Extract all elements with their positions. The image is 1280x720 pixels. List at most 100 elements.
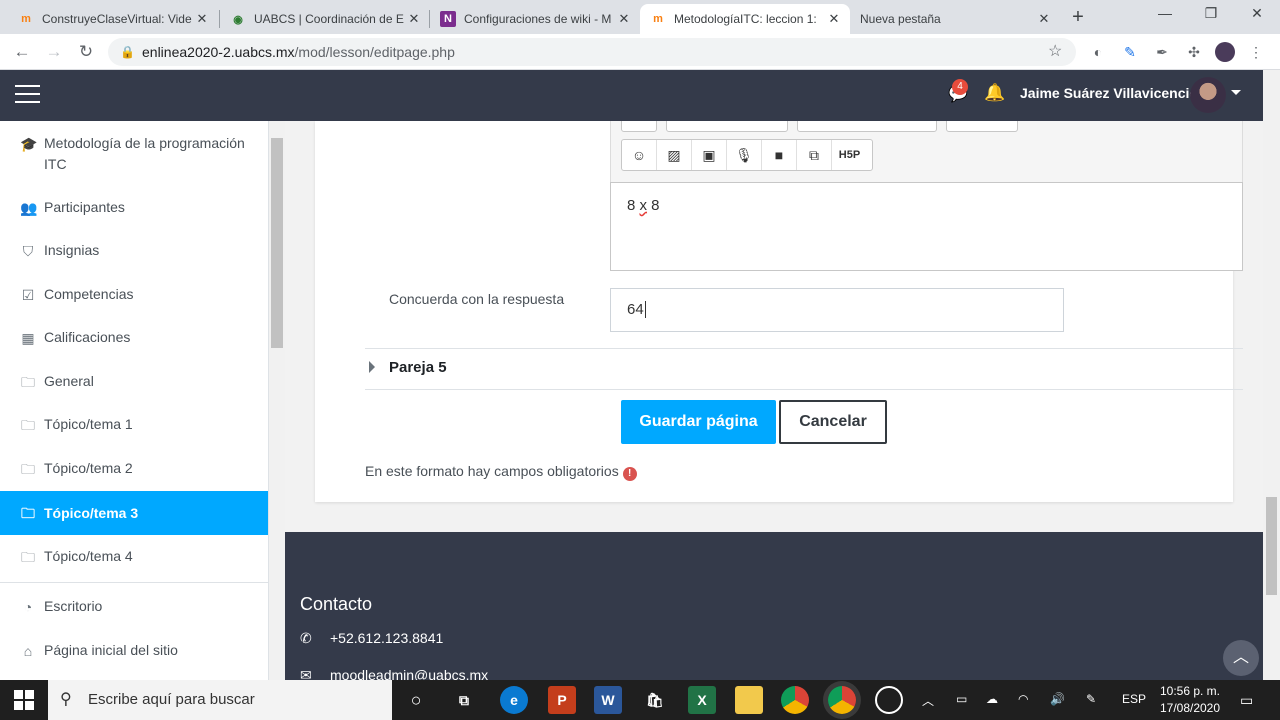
pen-extension-icon[interactable]: ✎ [1120, 42, 1140, 62]
browser-tab-5[interactable]: Nueva pestaña ✕ [850, 4, 1060, 34]
store-icon[interactable]: 🛍 [641, 686, 669, 714]
folder-icon: 🗀 [21, 505, 35, 521]
phone-icon: ✆ [300, 630, 312, 646]
sidebar-item-topic-1[interactable]: 🗀 Tópico/tema 1 [0, 414, 268, 435]
tray-chevron-icon[interactable]: ︿ [922, 692, 934, 709]
course-sidebar: 🎓 Metodología de la programación ITC 👥 P… [0, 121, 269, 680]
sidebar-item-topic-4[interactable]: 🗀 Tópico/tema 4 [0, 546, 268, 567]
close-icon[interactable]: ✕ [192, 11, 212, 27]
cloud-icon[interactable]: ☁ [986, 692, 998, 706]
forward-icon[interactable]: → [42, 40, 66, 64]
user-menu-caret-icon[interactable] [1231, 90, 1241, 95]
required-exclamation-icon: ! [622, 467, 637, 481]
edge-icon[interactable]: e [500, 686, 528, 714]
lock-icon: 🔒 [120, 45, 135, 59]
address-bar[interactable]: 🔒 enlinea2020-2.uabcs.mx/mod/lesson/edit… [108, 38, 1076, 66]
onenote-icon: N [440, 11, 456, 27]
reload-icon[interactable]: ↻ [74, 40, 98, 64]
section-pareja-5[interactable]: Pareja 5 [389, 359, 447, 376]
video-camera-icon[interactable]: ■ [762, 140, 797, 170]
copy-icon[interactable]: ⧉ [797, 140, 832, 170]
answer-editor[interactable]: 8 x 8 [610, 182, 1243, 271]
taskbar-search-box[interactable]: ⚲ Escribe aquí para buscar [48, 680, 392, 720]
battery-icon[interactable]: ▭ [956, 692, 967, 706]
sidebar-item-site-home[interactable]: ⌂ Página inicial del sitio [0, 640, 268, 661]
expand-caret-icon[interactable] [369, 361, 375, 373]
back-icon[interactable]: ← [10, 40, 34, 64]
menu-dots-icon[interactable]: ⋮ [1246, 42, 1266, 62]
chrome-icon[interactable] [781, 686, 809, 714]
sidebar-item-dashboard[interactable]: ◔ Escritorio [0, 596, 268, 617]
file-explorer-icon[interactable] [735, 686, 763, 714]
word-icon[interactable]: W [594, 686, 622, 714]
notification-center-icon[interactable]: ▭ [1240, 692, 1253, 709]
puzzle-icon[interactable]: ✣ [1184, 42, 1204, 62]
user-avatar[interactable] [1190, 77, 1226, 113]
contact-phone: +52.612.123.8841 [330, 630, 444, 646]
hamburger-menu-icon[interactable] [15, 85, 40, 105]
required-fields-note: En este formato hay campos obligatorios! [365, 463, 637, 481]
close-icon[interactable]: ✕ [1034, 11, 1054, 27]
sidebar-item-topic-3[interactable]: 🗀 Tópico/tema 3 [0, 491, 268, 535]
browser-toolbar: ← → ↻ 🔒 enlinea2020-2.uabcs.mx/mod/lesso… [0, 34, 1280, 70]
sidebar-item-topic-2[interactable]: 🗀 Tópico/tema 2 [0, 458, 268, 479]
sidebar-item-course[interactable]: 🎓 Metodología de la programación ITC [0, 133, 268, 175]
extension-circle-icon[interactable]: ◐ [1088, 42, 1108, 62]
task-view-icon[interactable]: ⧉ [450, 686, 478, 714]
close-icon[interactable]: ✕ [614, 11, 634, 27]
browser-tab-4[interactable]: m MetodologíaITC: leccion 1: ✕ [640, 4, 850, 34]
moodle-navbar: 💬 4 🔔 Jaime Suárez Villavicencio [0, 70, 1280, 121]
toolbar-group [621, 121, 657, 132]
sidebar-item-participants[interactable]: 👥 Participantes [0, 197, 268, 218]
uabcs-icon: ◉ [233, 13, 243, 26]
window-close-icon[interactable]: ✕ [1234, 5, 1280, 27]
back-to-top-button[interactable]: ︿ [1223, 640, 1259, 676]
user-name[interactable]: Jaime Suárez Villavicencio [1020, 85, 1198, 101]
powerpoint-icon[interactable]: P [548, 686, 576, 714]
cancel-button[interactable]: Cancelar [779, 400, 887, 444]
feather-extension-icon[interactable]: ✒ [1152, 42, 1172, 62]
response-input[interactable]: 64 [610, 288, 1064, 332]
h5p-button[interactable]: H5P [832, 140, 867, 170]
language-indicator[interactable]: ESP [1122, 692, 1146, 706]
minimize-icon[interactable]: — [1142, 5, 1188, 27]
sidebar-item-badges[interactable]: ⛉ Insignias [0, 240, 268, 261]
page-scrollbar-thumb[interactable] [1266, 497, 1277, 595]
profile-avatar[interactable] [1215, 42, 1235, 62]
toolbar-media-group: ☺ ▨ ▣ 🎙 ■ ⧉ H5P [621, 139, 873, 171]
toolbar-group [797, 121, 937, 132]
sidebar-item-grades[interactable]: ▦ Calificaciones [0, 327, 268, 348]
emoji-icon[interactable]: ☺ [622, 140, 657, 170]
browser-tab-3[interactable]: N Configuraciones de wiki - M ✕ [430, 4, 640, 34]
browser-tab-1[interactable]: m ConstruyeClaseVirtual: Vide ✕ [8, 4, 218, 34]
windows-start-icon[interactable] [14, 690, 34, 710]
chrome-active-icon[interactable] [828, 686, 856, 714]
moodle-icon: m [653, 13, 663, 25]
microphone-icon[interactable]: 🎙 [727, 140, 762, 170]
sidebar-scrollbar-thumb[interactable] [271, 138, 283, 348]
close-icon[interactable]: ✕ [824, 11, 844, 27]
obs-icon[interactable] [875, 686, 903, 714]
restore-icon[interactable]: ❐ [1188, 5, 1234, 27]
notifications-bell-icon[interactable]: 🔔 [984, 83, 1005, 103]
pen-icon[interactable]: ✎ [1086, 692, 1096, 706]
save-page-button[interactable]: Guardar página [621, 400, 776, 444]
browser-tab-2[interactable]: ◉ UABCS | Coordinación de E ✕ [220, 4, 430, 34]
volume-icon[interactable]: 🔊 [1050, 692, 1065, 706]
wifi-icon[interactable]: ◠ [1018, 692, 1028, 706]
image-icon[interactable]: ▨ [657, 140, 692, 170]
media-icon[interactable]: ▣ [692, 140, 727, 170]
cortana-icon[interactable]: ○ [402, 686, 430, 714]
contact-email[interactable]: moodleadmin@uabcs.mx [330, 667, 488, 680]
divider [365, 389, 1243, 390]
envelope-icon: ✉ [300, 667, 312, 680]
sidebar-item-general[interactable]: 🗀 General [0, 371, 268, 392]
search-icon: ⚲ [60, 691, 72, 708]
new-tab-icon[interactable]: + [1066, 5, 1090, 29]
sidebar-item-competencies[interactable]: ☑ Competencias [0, 284, 268, 305]
clock[interactable]: 10:56 p. m. 17/08/2020 [1150, 683, 1230, 717]
edit-page-form: ☺ ▨ ▣ 🎙 ■ ⧉ H5P 8 x 8 Concuerda con la r… [315, 121, 1243, 502]
bookmark-star-icon[interactable]: ☆ [1048, 38, 1062, 66]
close-icon[interactable]: ✕ [404, 11, 424, 27]
excel-icon[interactable]: X [688, 686, 716, 714]
